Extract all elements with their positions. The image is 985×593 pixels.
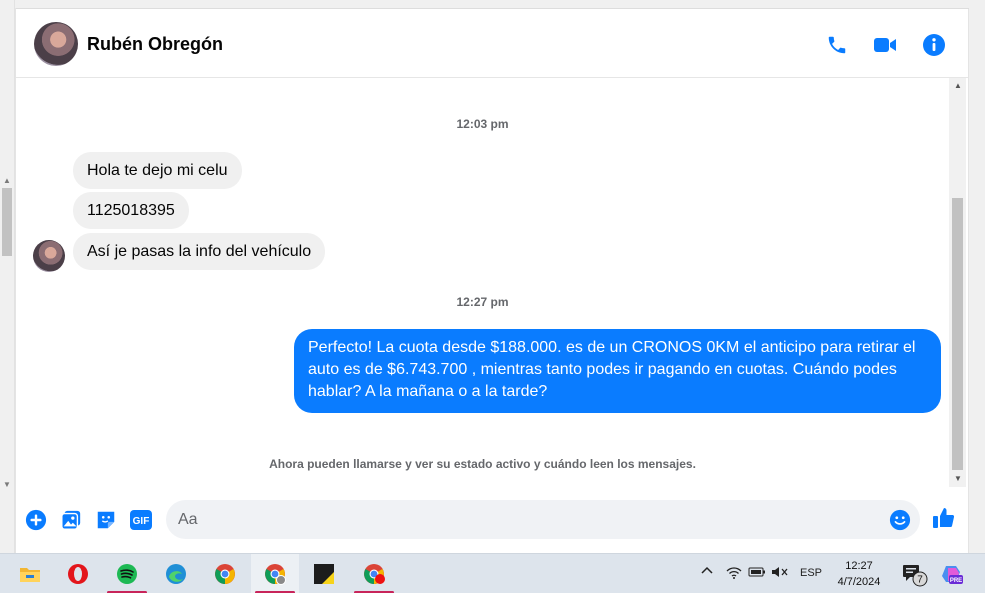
timestamp: 12:03 pm bbox=[456, 117, 509, 131]
incoming-message[interactable]: Así je pasas la info del vehículo bbox=[73, 233, 326, 270]
thumbs-up-icon[interactable] bbox=[932, 506, 956, 530]
outer-scrollbar[interactable]: ▲ ▼ bbox=[0, 0, 15, 553]
gif-icon[interactable]: GIF bbox=[129, 508, 153, 532]
sticker-icon[interactable] bbox=[94, 508, 118, 532]
status-notice: Ahora pueden llamarse y ver su estado ac… bbox=[269, 457, 696, 471]
incoming-message[interactable]: 1125018395 bbox=[73, 192, 189, 229]
chrome-icon[interactable] bbox=[211, 560, 239, 588]
message-input-container[interactable] bbox=[166, 500, 920, 539]
chrome-profile-icon[interactable] bbox=[255, 560, 295, 593]
emoji-icon[interactable] bbox=[888, 508, 912, 532]
scroll-up-arrow[interactable]: ▲ bbox=[3, 176, 11, 185]
chat-window: Rubén Obregón 12:03 pm Hola te dejo mi c… bbox=[15, 8, 970, 553]
page-edge bbox=[969, 0, 985, 553]
spotify-icon[interactable] bbox=[107, 560, 147, 593]
gif-label: GIF bbox=[133, 516, 150, 527]
language-indicator[interactable]: ESP bbox=[800, 567, 822, 579]
scrollbar-thumb[interactable] bbox=[2, 188, 12, 256]
plus-icon[interactable] bbox=[24, 508, 48, 532]
composer: GIF bbox=[16, 487, 968, 553]
sticky-notes-icon[interactable] bbox=[310, 560, 338, 588]
info-icon[interactable] bbox=[921, 32, 947, 58]
incoming-message[interactable]: Hola te dejo mi celu bbox=[73, 152, 242, 189]
scroll-down-arrow[interactable]: ▼ bbox=[954, 474, 962, 483]
scrollbar-thumb[interactable] bbox=[952, 198, 963, 470]
chevron-up-icon[interactable] bbox=[700, 563, 714, 580]
file-explorer-icon[interactable] bbox=[16, 560, 44, 588]
wifi-icon[interactable] bbox=[726, 565, 742, 582]
message-scrollbar[interactable]: ▲ ▼ bbox=[949, 78, 966, 487]
edge-icon[interactable] bbox=[162, 560, 190, 588]
clock-date: 4/7/2024 bbox=[837, 576, 881, 588]
scroll-down-arrow[interactable]: ▼ bbox=[3, 480, 11, 489]
timestamp: 12:27 pm bbox=[456, 295, 509, 309]
notification-center-icon[interactable]: 7 bbox=[902, 563, 928, 590]
clock-time: 12:27 bbox=[845, 560, 873, 572]
notification-count: 7 bbox=[917, 575, 923, 586]
photo-icon[interactable] bbox=[59, 508, 83, 532]
message-input[interactable] bbox=[178, 500, 878, 539]
opera-icon[interactable] bbox=[64, 560, 92, 588]
contact-avatar[interactable] bbox=[34, 22, 78, 66]
copilot-icon[interactable]: PRE bbox=[940, 562, 964, 589]
video-camera-icon[interactable] bbox=[872, 32, 898, 58]
outgoing-message[interactable]: Perfecto! La cuota desde $188.000. es de… bbox=[294, 329, 941, 413]
copilot-badge: PRE bbox=[950, 578, 962, 584]
chrome-notification-icon[interactable] bbox=[354, 560, 394, 593]
chat-header: Rubén Obregón bbox=[16, 9, 968, 78]
scroll-up-arrow[interactable]: ▲ bbox=[954, 81, 962, 90]
clock[interactable]: 12:27 4/7/2024 bbox=[830, 558, 888, 590]
mute-icon[interactable] bbox=[771, 565, 789, 582]
contact-avatar[interactable] bbox=[33, 240, 65, 272]
contact-name[interactable]: Rubén Obregón bbox=[87, 34, 223, 55]
taskbar: ESP 12:27 4/7/2024 7 PRE bbox=[0, 553, 985, 593]
message-list: 12:03 pm Hola te dejo mi celu 1125018395… bbox=[16, 78, 949, 487]
battery-icon[interactable] bbox=[748, 566, 766, 581]
phone-icon[interactable] bbox=[824, 32, 850, 58]
